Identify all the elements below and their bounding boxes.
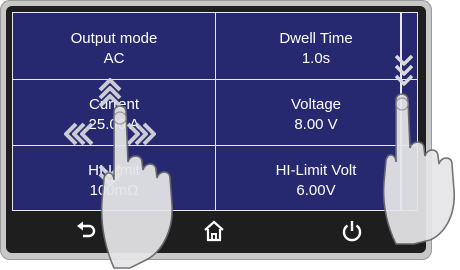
device-frame: Output mode AC Dwell Time 1.0s Current 2… <box>0 0 432 260</box>
back-arrow-icon <box>77 221 96 238</box>
cell-label: HI-Limit Volt <box>275 162 357 179</box>
grid-divider-horizontal <box>13 79 417 80</box>
cell-value: 8.00 V <box>294 116 338 133</box>
grid-divider-horizontal <box>13 145 417 146</box>
cell-dwell-time[interactable]: Dwell Time 1.0s <box>215 13 417 79</box>
scroll-track[interactable] <box>400 13 402 210</box>
power-button[interactable] <box>332 216 372 246</box>
back-button[interactable] <box>66 216 106 246</box>
cell-value: AC <box>103 50 125 67</box>
bottom-nav-bar <box>12 214 416 248</box>
home-button[interactable] <box>194 216 234 246</box>
home-icon <box>204 220 224 242</box>
cell-hi-limit[interactable]: HI-Limit 100mΩ <box>13 145 215 211</box>
cell-value: 100mΩ <box>89 182 139 199</box>
cell-label: Current <box>88 96 140 113</box>
cell-hi-limit-volt[interactable]: HI-Limit Volt 6.00V <box>215 145 417 211</box>
cell-voltage[interactable]: Voltage 8.00 V <box>215 79 417 145</box>
touch-screen[interactable]: Output mode AC Dwell Time 1.0s Current 2… <box>12 12 418 211</box>
cell-label: HI-Limit <box>88 162 140 179</box>
cell-value: 1.0s <box>301 50 331 67</box>
cell-current[interactable]: Current 25.00 A <box>13 79 215 145</box>
cell-label: Dwell Time <box>279 30 353 47</box>
cell-label: Output mode <box>70 30 158 47</box>
cell-value: 25.00 A <box>88 116 140 133</box>
cell-label: Voltage <box>290 96 342 113</box>
power-icon <box>342 221 362 242</box>
grid-divider-vertical <box>215 13 216 210</box>
cell-output-mode[interactable]: Output mode AC <box>13 13 215 79</box>
cell-value: 6.00V <box>296 182 336 199</box>
